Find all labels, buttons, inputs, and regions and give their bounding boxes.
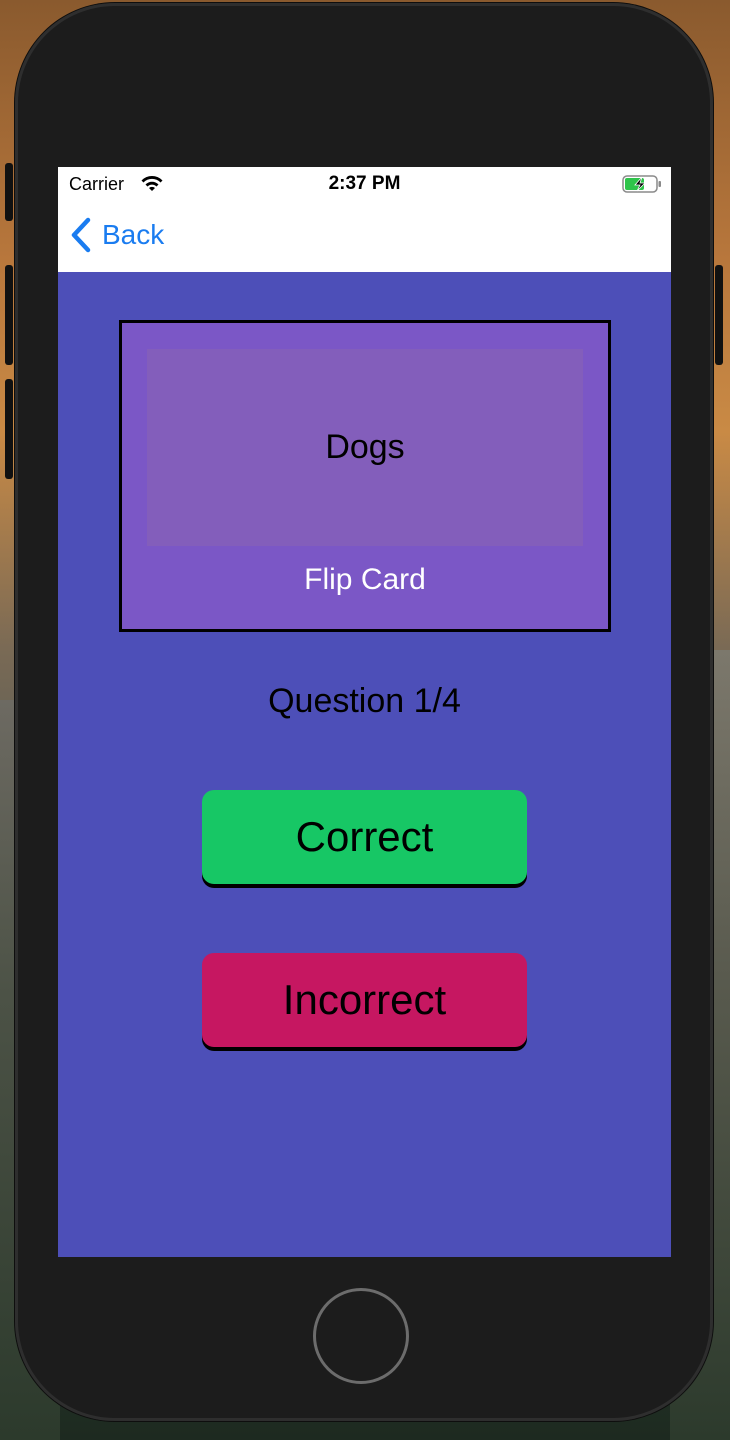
chevron-left-icon [71, 217, 91, 253]
power-button [715, 265, 723, 365]
card-face: Dogs [147, 349, 583, 546]
app-screen: Carrier 2:37 PM Back Dogs Flip Card Ques… [58, 167, 671, 1257]
status-time: 2:37 PM [328, 173, 401, 194]
volume-up-button [5, 265, 13, 365]
navigation-bar: Back [58, 201, 671, 272]
incorrect-label: Incorrect [282, 976, 447, 1023]
status-bar: Carrier 2:37 PM [58, 167, 671, 201]
card-term: Dogs [325, 428, 405, 466]
correct-label: Correct [295, 813, 434, 860]
back-label: Back [102, 219, 165, 250]
flashcard: Dogs Flip Card [119, 320, 611, 632]
battery-charging-icon [622, 175, 661, 193]
volume-down-button [5, 379, 13, 479]
mute-switch [5, 163, 13, 221]
question-counter: Question 1/4 [268, 682, 461, 720]
back-button[interactable]: Back [70, 217, 164, 253]
correct-button[interactable]: Correct [202, 790, 527, 884]
home-button[interactable] [313, 1288, 409, 1384]
flip-card-button[interactable]: Flip Card [122, 563, 608, 597]
incorrect-button[interactable]: Incorrect [202, 953, 527, 1047]
